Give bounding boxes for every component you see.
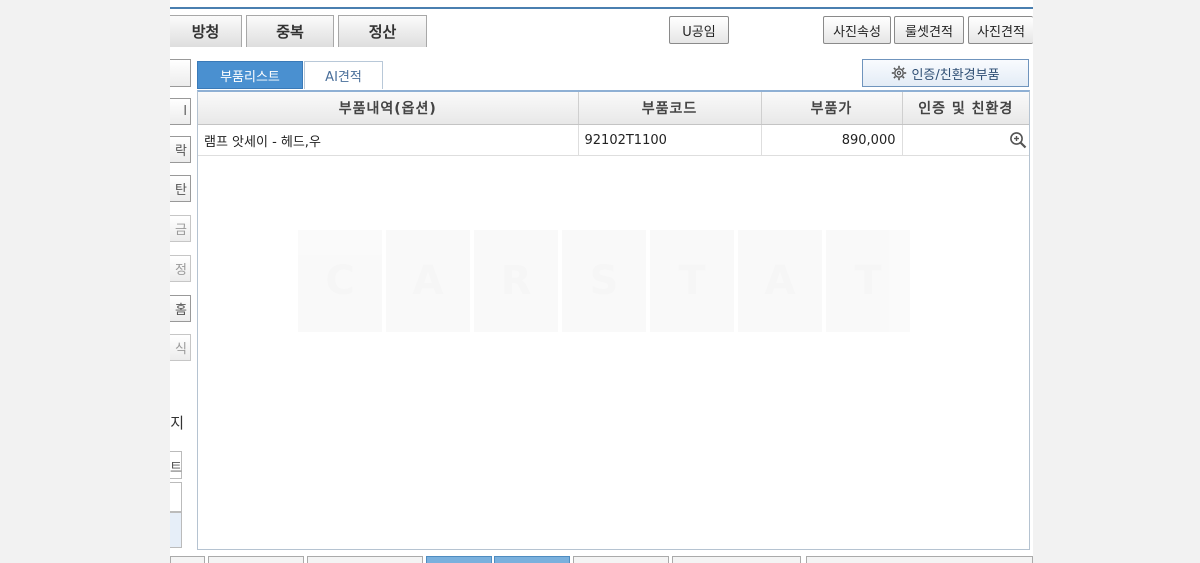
watermark-letter: A xyxy=(386,230,470,332)
cell-code: 92102T1100 xyxy=(578,124,762,156)
app-window: 방청 중복 정산 U공임 사진속성 룰셋견적 사진견적 l 락 탄 금 정 홈 … xyxy=(170,0,1033,563)
side-button-4[interactable]: 탄 xyxy=(170,175,191,202)
photo-props-button[interactable]: 사진속성 xyxy=(823,16,891,44)
zoom-in-icon[interactable] xyxy=(1009,131,1027,149)
side-input[interactable]: 트 xyxy=(170,451,182,479)
col-header-desc[interactable]: 부품내역(옵션) xyxy=(198,92,579,125)
side-button-2[interactable]: l xyxy=(170,98,191,125)
bottom-button[interactable] xyxy=(573,556,669,563)
bottom-button[interactable] xyxy=(806,556,1033,563)
table-header-row: 부품내역(옵션) 부품코드 부품가 인증 및 친환경 xyxy=(198,92,1029,125)
cert-eco-parts-button[interactable]: 인증/친환경부품 xyxy=(862,59,1029,87)
bottom-button[interactable] xyxy=(426,556,492,563)
tab-duplicate[interactable]: 중복 xyxy=(246,15,334,47)
side-label: 지 xyxy=(170,414,184,432)
tab-label: 중복 xyxy=(276,23,304,41)
bottom-button[interactable] xyxy=(672,556,801,563)
side-button-3[interactable]: 락 xyxy=(170,136,191,163)
tab-label: 정산 xyxy=(368,23,397,41)
cell-price: 890,000 xyxy=(761,124,903,156)
tab-rust[interactable]: 방청 xyxy=(170,15,242,47)
watermark-letter: S xyxy=(562,230,646,332)
u-part-button[interactable]: U공임 xyxy=(669,16,729,44)
cell-desc: 램프 앗세이 - 헤드,우 xyxy=(198,124,579,156)
bottom-button-bar xyxy=(170,556,1033,563)
col-header-code[interactable]: 부품코드 xyxy=(578,92,762,125)
header-divider xyxy=(170,7,1033,9)
parts-grid: C A R S T A T 부품내역(옵션) 부품코드 부품가 인증 및 친환경 xyxy=(197,90,1030,550)
gear-icon xyxy=(892,65,907,81)
tab-label: 방청 xyxy=(191,23,220,41)
watermark-letter: C xyxy=(298,230,382,332)
side-button-7[interactable]: 홈 xyxy=(170,295,191,322)
tab-settlement[interactable]: 정산 xyxy=(338,15,427,47)
bottom-button[interactable] xyxy=(170,556,205,563)
watermark-letter: T xyxy=(650,230,734,332)
watermark-letter: R xyxy=(474,230,558,332)
tab-parts-list[interactable]: 부품리스트 xyxy=(197,61,303,89)
tab-ai-estimate[interactable]: AI견적 xyxy=(304,61,383,89)
side-button-6[interactable]: 정 xyxy=(170,255,191,282)
carstat-watermark: C A R S T A T xyxy=(298,230,910,332)
parts-table: 부품내역(옵션) 부품코드 부품가 인증 및 친환경 램프 앗세이 - 헤드,우… xyxy=(198,92,1029,156)
side-panel-top xyxy=(170,482,182,512)
rule-set-estimate-button[interactable]: 룰셋견적 xyxy=(894,16,964,44)
col-header-cert[interactable]: 인증 및 친환경 xyxy=(902,92,1029,125)
side-button-8[interactable]: 식 xyxy=(170,334,191,361)
side-button-5[interactable]: 금 xyxy=(170,215,191,242)
watermark-letter: A xyxy=(738,230,822,332)
cert-button-label: 인증/친환경부품 xyxy=(911,67,1000,83)
bottom-button[interactable] xyxy=(208,556,304,563)
col-header-price[interactable]: 부품가 xyxy=(761,92,903,125)
side-panel-bottom xyxy=(170,512,182,548)
side-button-1[interactable] xyxy=(170,59,191,87)
watermark-letter: T xyxy=(826,230,910,332)
bottom-button[interactable] xyxy=(494,556,570,563)
cell-cert xyxy=(902,124,1029,156)
table-row[interactable]: 램프 앗세이 - 헤드,우 92102T1100 890,000 xyxy=(198,124,1029,156)
bottom-button[interactable] xyxy=(307,556,423,563)
photo-estimate-button[interactable]: 사진견적 xyxy=(968,16,1033,44)
